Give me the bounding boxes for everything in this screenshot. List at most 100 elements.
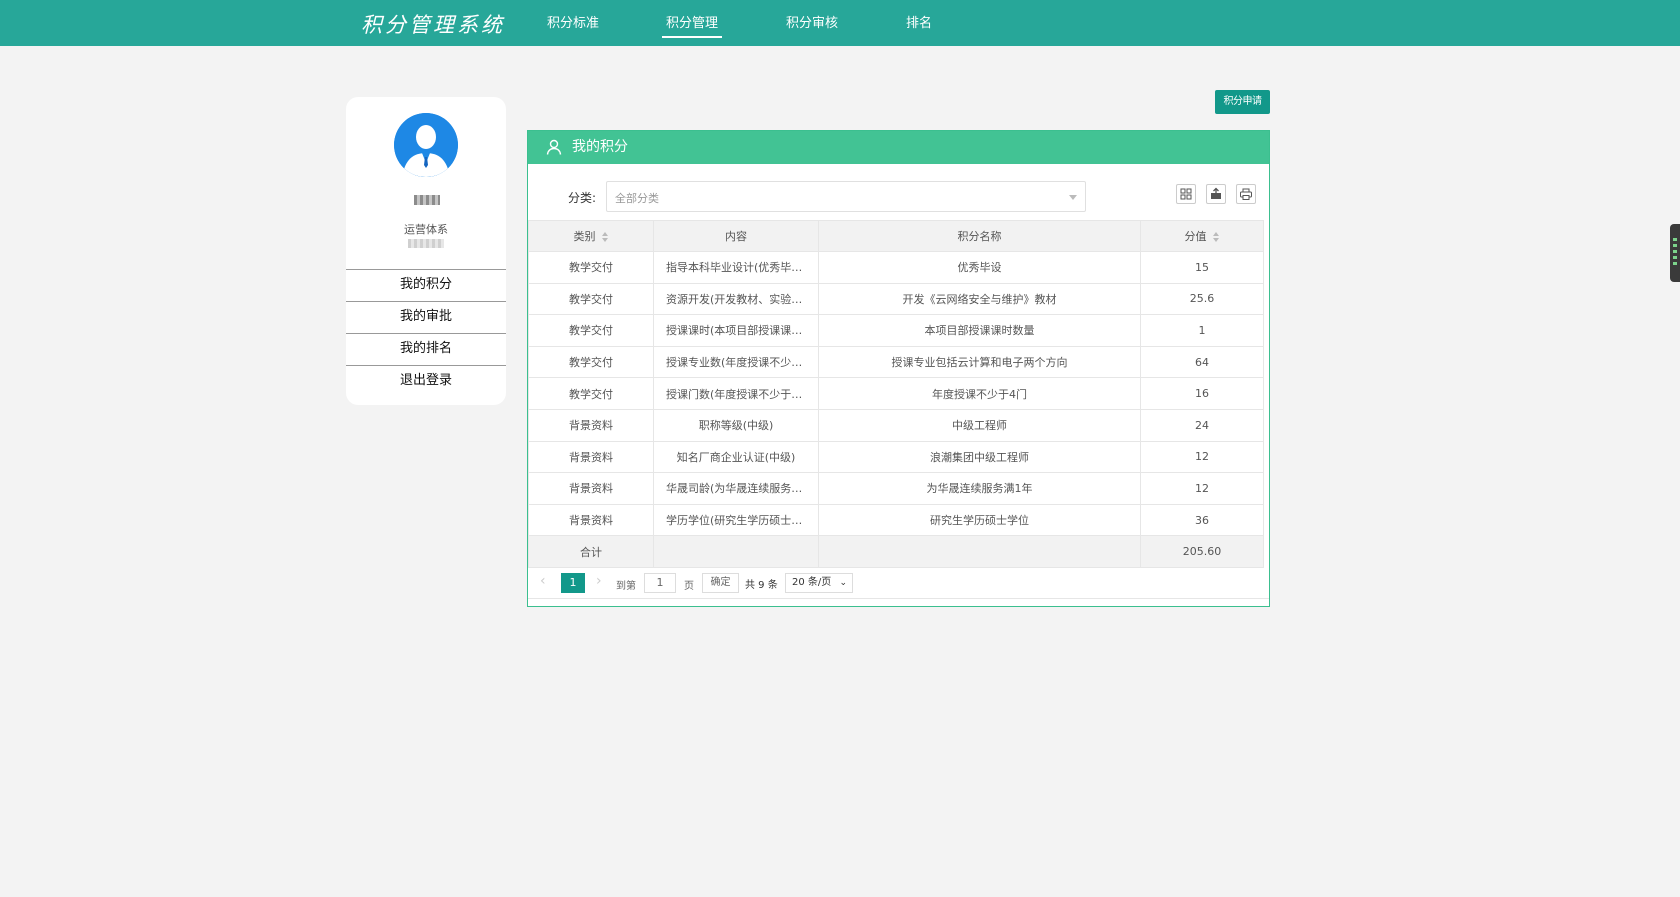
menu-logout[interactable]: 退出登录 (346, 365, 506, 397)
cell-content: 学历学位(研究生学历硕士学位) (653, 503, 819, 537)
table-row[interactable]: 教学交付 资源开发(开发教材、实验手册) 开发《云网络安全与维护》教材 25.6 (528, 282, 1264, 316)
table-row[interactable]: 背景资料 职称等级(中级) 中级工程师 24 (528, 408, 1264, 442)
prev-page-icon[interactable]: ‹ (540, 573, 546, 589)
page-number-current[interactable]: 1 (561, 573, 585, 593)
table-row[interactable]: 教学交付 授课门数(年度授课不少于4门) 年度授课不少于4门 16 (528, 377, 1264, 410)
cell-score: 64 (1140, 345, 1264, 379)
cell-category: 背景资料 (528, 503, 654, 537)
nav-item-management[interactable]: 积分管理 (661, 0, 723, 46)
chevron-down-icon (1069, 195, 1077, 200)
sort-icon[interactable] (1212, 232, 1220, 242)
export-button[interactable] (1206, 184, 1226, 204)
cell-points-name: 中级工程师 (818, 408, 1141, 442)
cell-content: 知名厂商企业认证(中级) (653, 440, 819, 474)
cell-points-name: 开发《云网络安全与维护》教材 (818, 282, 1141, 316)
column-header-content: 内容 (653, 220, 819, 252)
total-value: 205.60 (1140, 535, 1264, 568)
category-select-placeholder: 全部分类 (615, 192, 659, 205)
cell-content: 华晟司龄(为华晟连续服务满1年) (653, 472, 819, 505)
cell-category: 教学交付 (528, 377, 654, 410)
cell-points-name: 研究生学历硕士学位 (818, 503, 1141, 537)
table-total-row: 合计 205.60 (528, 535, 1264, 568)
category-filter-label: 分类: (568, 191, 597, 205)
column-header-score[interactable]: 分值 (1140, 220, 1264, 252)
page-size-select[interactable]: 20 条/页 ⌄ (785, 573, 853, 593)
cell-category: 背景资料 (528, 472, 654, 505)
cell-category: 教学交付 (528, 251, 654, 284)
panel-header: 我的积分 (528, 131, 1269, 164)
cell-content: 授课门数(年度授课不少于4门) (653, 377, 819, 410)
cell-score: 24 (1140, 408, 1264, 442)
cell-category: 教学交付 (528, 282, 654, 316)
nav-item-review[interactable]: 积分审核 (786, 0, 838, 46)
cell-points-name: 为华晟连续服务满1年 (818, 472, 1141, 505)
sort-icon[interactable] (601, 232, 609, 242)
column-header-score-label: 分值 (1184, 230, 1207, 243)
cell-category: 背景资料 (528, 440, 654, 474)
page-label: 页 (684, 581, 694, 592)
next-page-icon[interactable]: › (596, 573, 602, 589)
print-button[interactable] (1236, 184, 1256, 204)
goto-confirm-button[interactable]: 确定 (702, 573, 739, 593)
profile-menu: 我的积分 我的审批 我的排名 退出登录 (346, 269, 506, 397)
cell-category: 教学交付 (528, 314, 654, 347)
page-size-value: 20 条/页 (792, 577, 832, 588)
cell-content: 授课课时(本项目部授课课时) (653, 314, 819, 347)
blurred-user-id (408, 239, 444, 248)
table-header-row: 类别 内容 积分名称 分值 (528, 220, 1264, 252)
table-row[interactable]: 教学交付 授课课时(本项目部授课课时) 本项目部授课课时数量 1 (528, 314, 1264, 347)
goto-page-input[interactable]: 1 (644, 573, 676, 593)
user-department: 运营体系 (404, 223, 448, 236)
table-row[interactable]: 教学交付 指导本科毕业设计(优秀毕业设计) 优秀毕设 15 (528, 251, 1264, 284)
nav-item-standards[interactable]: 积分标准 (547, 0, 599, 46)
total-label: 合计 (528, 535, 654, 568)
column-header-points-name: 积分名称 (818, 220, 1141, 252)
cell-category: 背景资料 (528, 408, 654, 442)
profile-card: 运营体系 我的积分 我的审批 我的排名 退出登录 (346, 97, 506, 405)
cell-score: 12 (1140, 472, 1264, 505)
cell-score: 36 (1140, 503, 1264, 537)
chevron-down-icon: ⌄ (839, 578, 847, 588)
cell-content: 指导本科毕业设计(优秀毕业设计) (653, 251, 819, 284)
cell-score: 1 (1140, 314, 1264, 347)
table-row[interactable]: 背景资料 知名厂商企业认证(中级) 浪潮集团中级工程师 12 (528, 440, 1264, 474)
panel-title: 我的积分 (572, 139, 628, 155)
cell-content: 职称等级(中级) (653, 408, 819, 442)
cell-content: 资源开发(开发教材、实验手册) (653, 282, 819, 316)
table-row[interactable]: 背景资料 华晟司龄(为华晟连续服务满1年) 为华晟连续服务满1年 12 (528, 472, 1264, 505)
user-icon (546, 139, 562, 155)
cell-score: 15 (1140, 251, 1264, 284)
nav-item-ranking[interactable]: 排名 (906, 0, 932, 46)
export-icon (1211, 187, 1221, 199)
pagination: ‹ 1 › 到第 1 页 确定 共 9 条 20 条/页 ⌄ (528, 566, 1269, 599)
columns-button[interactable] (1176, 184, 1196, 204)
table-row[interactable]: 教学交付 授课专业数(年度授课不少于) 授课专业包括云计算和电子两个方向 64 (528, 345, 1264, 379)
menu-my-approvals[interactable]: 我的审批 (346, 301, 506, 333)
my-points-panel: 我的积分 分类: 全部分类 类别 内容 积分名称 分值 教学交付 指导本科毕业设… (527, 130, 1270, 607)
apply-points-button[interactable]: 积分申请 (1215, 90, 1270, 114)
cell-points-name: 本项目部授课课时数量 (818, 314, 1141, 347)
cell-score: 12 (1140, 440, 1264, 474)
cell-content: 授课专业数(年度授课不少于) (653, 345, 819, 379)
columns-icon (1180, 188, 1192, 200)
side-drawer-handle[interactable] (1670, 224, 1680, 282)
cell-points-name: 年度授课不少于4门 (818, 377, 1141, 410)
cell-score: 16 (1140, 377, 1264, 410)
cell-points-name: 浪潮集团中级工程师 (818, 440, 1141, 474)
cell-score: 25.6 (1140, 282, 1264, 316)
table-row[interactable]: 背景资料 学历学位(研究生学历硕士学位) 研究生学历硕士学位 36 (528, 503, 1264, 537)
category-select[interactable]: 全部分类 (606, 181, 1086, 212)
avatar (394, 113, 458, 177)
total-count: 共 9 条 (745, 580, 778, 591)
column-header-category-label: 类别 (573, 230, 596, 243)
print-icon (1240, 188, 1252, 200)
menu-my-points[interactable]: 我的积分 (346, 269, 506, 301)
goto-label: 到第 (616, 581, 636, 592)
user-avatar-icon (394, 113, 458, 177)
app-logo[interactable]: 积分管理系统 (361, 9, 505, 39)
points-table: 类别 内容 积分名称 分值 教学交付 指导本科毕业设计(优秀毕业设计) 优秀毕设 15… (528, 220, 1264, 568)
column-header-category[interactable]: 类别 (528, 220, 654, 252)
cell-category: 教学交付 (528, 345, 654, 379)
cell-points-name: 优秀毕设 (818, 251, 1141, 284)
menu-my-ranking[interactable]: 我的排名 (346, 333, 506, 365)
